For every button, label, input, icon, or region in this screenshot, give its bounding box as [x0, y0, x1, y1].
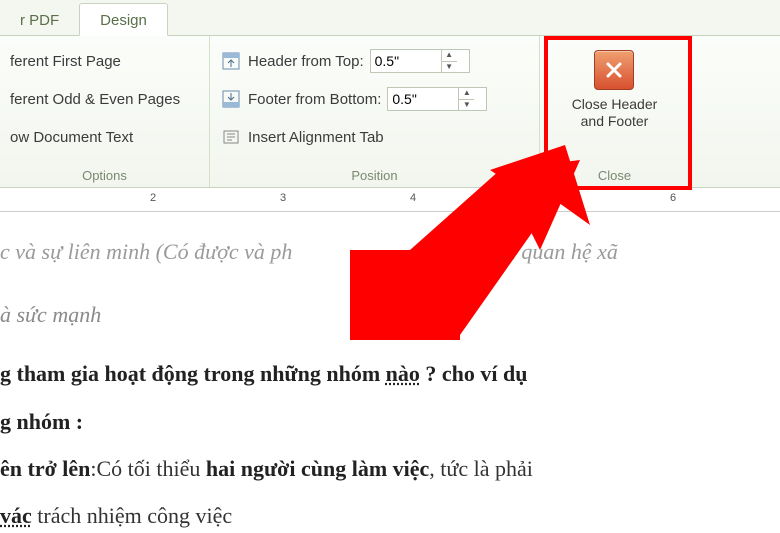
footer-from-bottom-label: Footer from Bottom:: [248, 91, 381, 108]
header-top-spin-down[interactable]: ▼: [442, 62, 457, 73]
footer-from-bottom-spinner[interactable]: ▲ ▼: [387, 87, 487, 111]
header-from-top-label: Header from Top:: [248, 53, 364, 70]
group-close: Close Header and Footer Close: [540, 36, 690, 187]
doc-line4: g nhóm :: [0, 404, 780, 439]
close-header-footer-button[interactable]: Close Header and Footer: [566, 46, 664, 134]
header-from-top-spinner[interactable]: ▲ ▼: [370, 49, 470, 73]
footer-from-bottom-icon: [220, 88, 242, 110]
footer-bottom-spin-up[interactable]: ▲: [459, 88, 474, 100]
group-position-label: Position: [220, 165, 529, 187]
alignment-tab-icon: [220, 126, 242, 148]
show-document-text-label: ow Document Text: [10, 129, 133, 146]
ruler-tick-5: 5: [540, 192, 546, 204]
tab-design[interactable]: Design: [79, 3, 168, 36]
ruler-tick-4: 4: [410, 192, 416, 204]
insert-alignment-tab-button[interactable]: Insert Alignment Tab: [220, 122, 529, 152]
header-from-top-row: Header from Top: ▲ ▼: [220, 46, 529, 76]
doc-line2: à sức mạnh: [0, 297, 780, 332]
group-close-label: Close: [598, 165, 631, 187]
doc-line3: g tham gia hoạt động trong những nhóm nà…: [0, 356, 780, 391]
different-first-page-label: ferent First Page: [10, 53, 121, 70]
ruler-tick-2: 2: [150, 192, 156, 204]
document-body[interactable]: c và sự liên minh (Có được và ph xxxxxxx…: [0, 212, 780, 533]
horizontal-ruler[interactable]: 2 3 4 5 6: [0, 188, 780, 212]
close-icon: [594, 50, 634, 90]
group-position: Header from Top: ▲ ▼ Footer from Bottom:: [210, 36, 540, 187]
doc-line5: ên trở lên:Có tối thiểu hai người cùng l…: [0, 451, 780, 486]
doc-line1: c và sự liên minh (Có được và ph xxxxxxx…: [0, 234, 780, 269]
show-document-text-checkbox[interactable]: ow Document Text: [10, 122, 199, 152]
different-first-page-checkbox[interactable]: ferent First Page: [10, 46, 199, 76]
ruler-tick-3: 3: [280, 192, 286, 204]
ruler-tick-6: 6: [670, 192, 676, 204]
footer-bottom-spin-down[interactable]: ▼: [459, 100, 474, 111]
header-top-spin-up[interactable]: ▲: [442, 50, 457, 62]
header-from-top-input[interactable]: [371, 51, 441, 71]
close-header-footer-label: Close Header and Footer: [572, 96, 658, 130]
ribbon-tabs: r PDF Design: [0, 0, 780, 36]
footer-from-bottom-row: Footer from Bottom: ▲ ▼: [220, 84, 529, 114]
group-options-label: Options: [10, 165, 199, 187]
tab-pdf[interactable]: r PDF: [0, 4, 79, 35]
different-odd-even-label: ferent Odd & Even Pages: [10, 91, 180, 108]
group-options: ferent First Page ferent Odd & Even Page…: [0, 36, 210, 187]
different-odd-even-checkbox[interactable]: ferent Odd & Even Pages: [10, 84, 199, 114]
ribbon: ferent First Page ferent Odd & Even Page…: [0, 36, 780, 188]
insert-alignment-tab-label: Insert Alignment Tab: [248, 129, 384, 146]
footer-from-bottom-input[interactable]: [388, 89, 458, 109]
doc-line6: vác trách nhiệm công việc: [0, 498, 780, 533]
header-from-top-icon: [220, 50, 242, 72]
